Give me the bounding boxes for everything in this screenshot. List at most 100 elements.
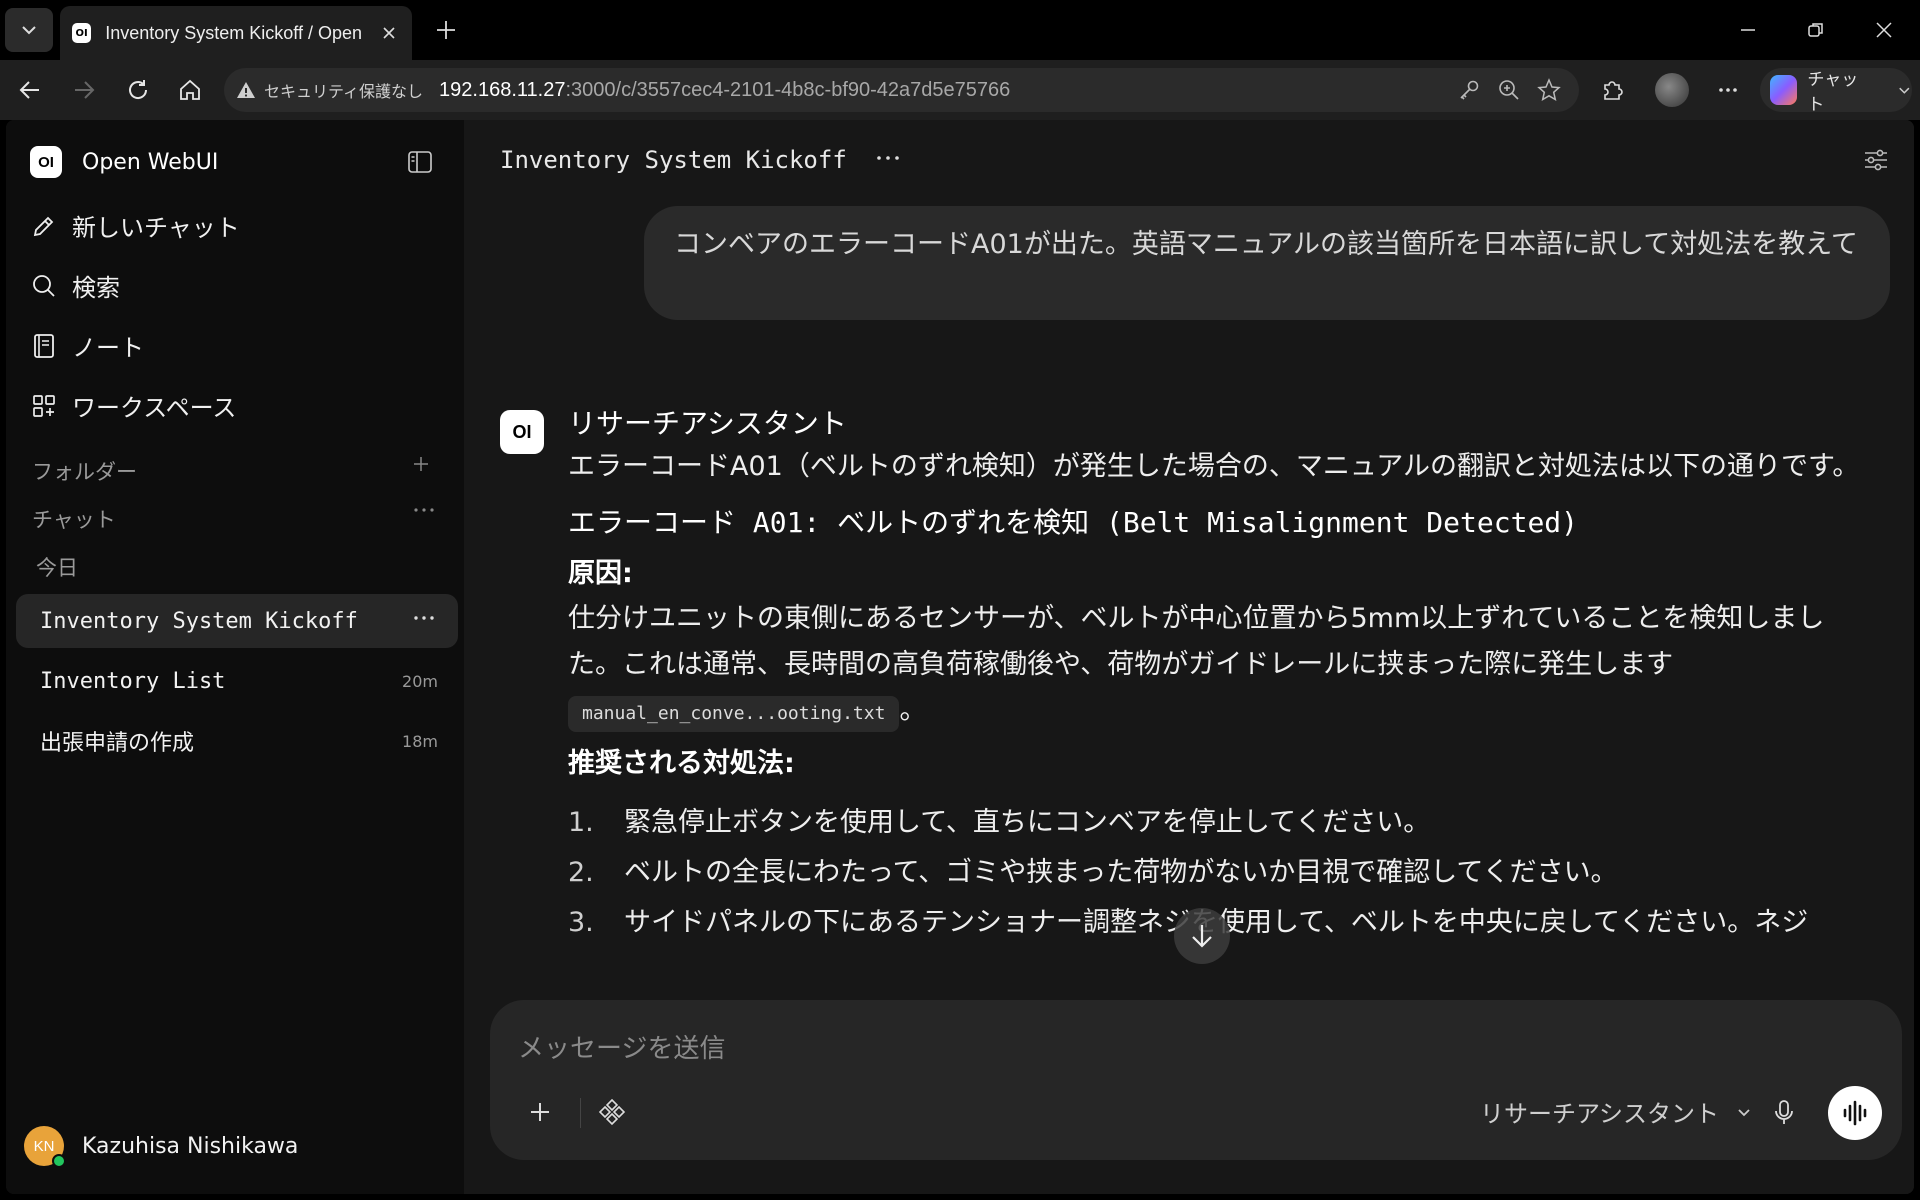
grid-icon <box>33 394 55 417</box>
chat-header: Inventory System Kickoff <box>500 146 901 174</box>
arrow-down-icon <box>1192 925 1212 948</box>
chats-options-button[interactable] <box>412 500 436 526</box>
app-name: Open WebUI <box>82 149 219 175</box>
nav-search[interactable]: 検索 <box>30 268 120 303</box>
tab-list-button[interactable] <box>5 8 53 52</box>
message-composer[interactable]: メッセージを送信 リサーチアシスタント <box>490 1000 1902 1160</box>
sidebar-toggle-button[interactable] <box>404 146 436 178</box>
chat-list-item[interactable]: Inventory System Kickoff <box>16 594 458 648</box>
actions-label: 推奨される対処法: <box>568 748 795 779</box>
sidebar-header[interactable]: OI Open WebUI <box>30 146 218 178</box>
chat-list-item[interactable]: Inventory List 20m <box>16 654 458 708</box>
tab-title: Inventory System Kickoff / Open WebUI <box>105 22 365 43</box>
cause-text: 仕分けユニットの東側にあるセンサーが、ベルトが中心位置から5mm以上ずれているこ… <box>568 603 1825 680</box>
cause-paragraph: 仕分けユニットの東側にあるセンサーが、ベルトが中心位置から5mm以上ずれているこ… <box>568 596 1868 734</box>
integrations-button[interactable] <box>592 1092 632 1132</box>
security-indicator[interactable]: セキュリティ保護なし <box>236 78 423 102</box>
key-icon[interactable] <box>1457 78 1481 102</box>
nav-search-label: 検索 <box>72 274 120 302</box>
chats-section-label[interactable]: チャット <box>32 504 116 534</box>
sidebar: OI Open WebUI 新しいチャット 検索 ノート ワークスペース フォル… <box>6 120 464 1194</box>
chevron-down-icon <box>1738 1108 1750 1116</box>
restore-icon <box>1808 23 1823 37</box>
chat-item-options-button[interactable] <box>412 608 436 634</box>
zoom-icon[interactable] <box>1497 78 1521 102</box>
step-text: 緊急停止ボタンを使用して、直ちにコンベアを停止してください。 <box>624 807 1431 838</box>
sidebar-panel-icon <box>408 151 432 173</box>
user-message-bubble: コンベアのエラーコードA01が出た。英語マニュアルの該当箇所を日本語に訳して対処… <box>644 206 1890 320</box>
close-icon <box>383 27 395 39</box>
step-text: ベルトの全長にわたって、ゴミや挟まった荷物がないか目視で確認してください。 <box>624 857 1618 888</box>
nav-workspace[interactable]: ワークスペース <box>30 388 236 423</box>
new-tab-button[interactable] <box>430 14 462 46</box>
browser-tab-active[interactable]: OI Inventory System Kickoff / Open WebUI <box>60 6 412 60</box>
reload-button[interactable] <box>118 70 158 110</box>
microphone-icon <box>1775 1100 1793 1124</box>
add-attachment-button[interactable] <box>520 1092 560 1132</box>
nav-workspace-label: ワークスペース <box>72 394 237 422</box>
avatar: KN <box>24 1126 66 1168</box>
nav-notes-label: ノート <box>72 334 144 362</box>
arrow-left-icon <box>19 81 39 99</box>
address-bar[interactable]: セキュリティ保護なし 192.168.11.27:3000/c/3557cec4… <box>224 68 1579 112</box>
list-item: 1. 緊急停止ボタンを使用して、直ちにコンベアを停止してください。 <box>568 798 1868 848</box>
sliders-icon <box>1865 149 1887 171</box>
plus-icon <box>437 21 455 39</box>
cause-end: 。 <box>899 695 927 726</box>
notebook-icon <box>34 333 54 358</box>
folders-section-label[interactable]: フォルダー <box>32 456 137 486</box>
reload-icon <box>129 80 148 99</box>
online-status-dot <box>52 1154 66 1168</box>
close-window-button[interactable] <box>1864 12 1904 48</box>
close-tab-button[interactable] <box>379 22 400 44</box>
chat-list-item[interactable]: 出張申請の作成 18m <box>16 714 458 768</box>
more-horizontal-icon <box>1719 88 1737 92</box>
browser-tab-bar: OI Inventory System Kickoff / Open WebUI <box>0 0 1920 60</box>
citation-chip[interactable]: manual_en_conve...ooting.txt <box>568 695 900 732</box>
pencil-icon <box>33 216 54 236</box>
arrow-right-icon <box>75 81 95 99</box>
home-button[interactable] <box>170 70 210 110</box>
copilot-chat-button[interactable]: チャット <box>1760 68 1912 114</box>
profile-avatar <box>1655 73 1689 107</box>
step-number: 3. <box>568 907 594 938</box>
chevron-down-icon <box>22 26 36 35</box>
assistant-response: エラーコードA01（ベルトのずれ検知）が発生した場合の、マニュアルの翻訳と対処法… <box>568 444 1868 948</box>
favorite-star-icon[interactable] <box>1537 78 1561 102</box>
chat-options-button[interactable] <box>875 146 901 174</box>
chat-main: Inventory System Kickoff コンベアのエラーコードA01が… <box>464 120 1914 1194</box>
nav-notes[interactable]: ノート <box>30 328 144 363</box>
profile-button[interactable] <box>1652 70 1692 110</box>
model-selector[interactable]: リサーチアシスタント <box>1480 1094 1753 1129</box>
cause-label: 原因: <box>568 558 633 589</box>
chat-controls-button[interactable] <box>1860 144 1892 176</box>
open-webui-app: OI Open WebUI 新しいチャット 検索 ノート ワークスペース フォル… <box>6 120 1914 1194</box>
chat-title: Inventory System Kickoff <box>500 146 847 174</box>
minimize-button[interactable] <box>1728 12 1768 48</box>
avatar-initials: KN <box>33 1137 55 1155</box>
add-folder-button[interactable] <box>412 454 430 479</box>
extensions-button[interactable] <box>1592 70 1632 110</box>
warning-icon <box>237 82 255 98</box>
nav-new-chat-label: 新しいチャット <box>72 214 240 242</box>
message-input[interactable]: メッセージを送信 <box>518 1028 725 1065</box>
dictate-button[interactable] <box>1764 1092 1804 1132</box>
tab-favicon: OI <box>72 23 92 43</box>
chat-item-title: 出張申請の作成 <box>40 731 195 756</box>
user-name: Kazuhisa Nishikawa <box>82 1133 299 1159</box>
browser-menu-button[interactable] <box>1708 70 1748 110</box>
scroll-to-bottom-button[interactable] <box>1174 908 1230 964</box>
back-button[interactable] <box>10 70 50 110</box>
restore-button[interactable] <box>1796 12 1836 48</box>
voice-mode-button[interactable] <box>1828 1086 1882 1140</box>
forward-button[interactable] <box>64 70 104 110</box>
user-menu[interactable]: KN Kazuhisa Nishikawa <box>24 1126 299 1168</box>
chat-item-time: 18m <box>402 731 438 751</box>
more-horizontal-icon <box>414 616 434 620</box>
nav-new-chat[interactable]: 新しいチャット <box>30 208 240 243</box>
plus-icon <box>531 1103 549 1121</box>
assistant-avatar: OI <box>500 410 544 454</box>
chat-item-title: Inventory System Kickoff <box>40 608 358 634</box>
chat-item-time: 20m <box>402 671 438 691</box>
browser-toolbar: セキュリティ保護なし 192.168.11.27:3000/c/3557cec4… <box>0 60 1920 120</box>
